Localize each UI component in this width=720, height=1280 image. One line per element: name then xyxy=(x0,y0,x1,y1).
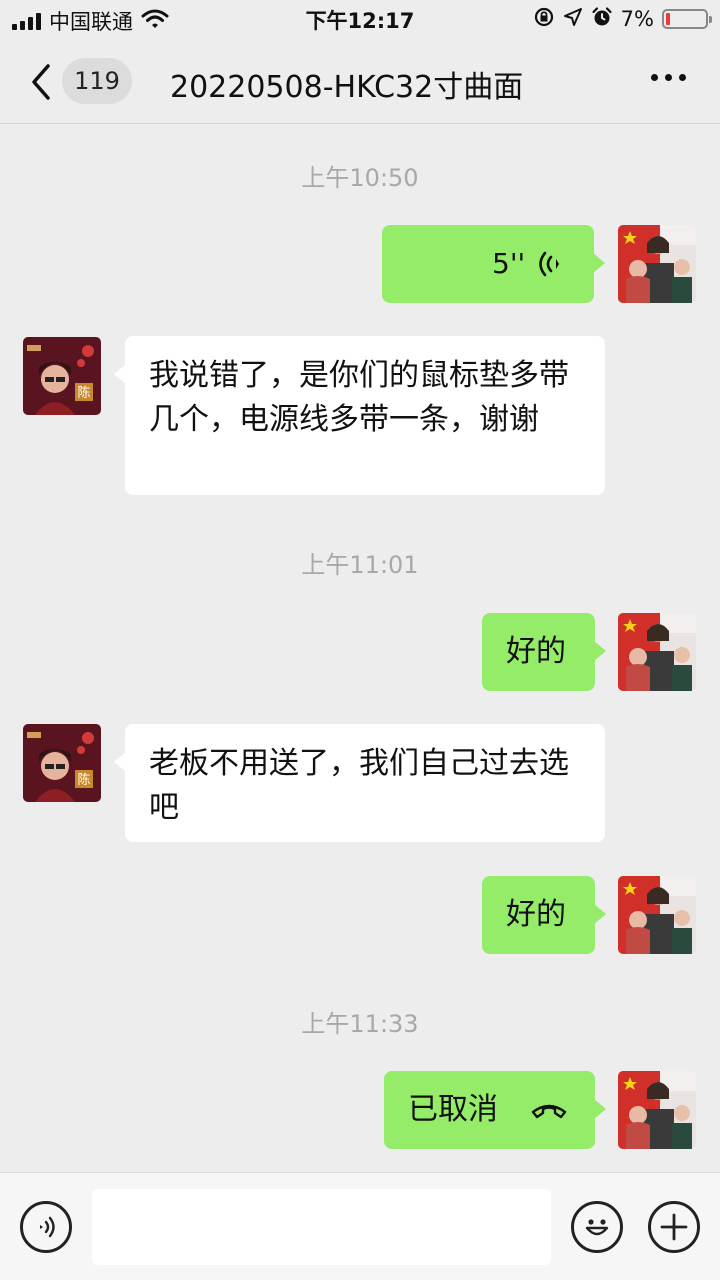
emoji-icon xyxy=(585,1219,609,1236)
message-timestamp: 上午11:33 xyxy=(301,1010,419,1038)
my-avatar[interactable] xyxy=(618,876,696,954)
voice-input-icon xyxy=(40,1216,55,1238)
battery-percent: 7% xyxy=(620,7,654,31)
emoji-button[interactable] xyxy=(571,1201,623,1253)
plus-icon xyxy=(660,1213,688,1241)
voice-message-bubble[interactable]: 5'' xyxy=(382,225,605,303)
contact-avatar[interactable] xyxy=(23,724,101,802)
more-button[interactable] xyxy=(651,74,686,81)
battery-icon xyxy=(662,9,712,29)
chat-header: 119 20220508-HKC32寸曲面 xyxy=(0,40,720,124)
message-text: 老板不用送了，我们自己过去选吧 xyxy=(149,746,569,825)
message-timestamp: 上午10:50 xyxy=(301,164,419,192)
contact-avatar[interactable] xyxy=(23,337,101,415)
plus-button[interactable] xyxy=(648,1201,700,1253)
my-avatar[interactable] xyxy=(618,613,696,691)
status-bar: 中国联通 下午12:17 7% xyxy=(0,0,720,40)
back-button[interactable] xyxy=(26,60,56,104)
outgoing-message-bubble[interactable]: 好的 xyxy=(482,613,606,691)
chevron-left-icon xyxy=(32,64,50,100)
incoming-message-bubble[interactable]: 我说错了，是你们的鼠标垫多带几个，电源线多带一条，谢谢 xyxy=(114,336,605,495)
rotation-lock-icon xyxy=(533,6,555,32)
chat-title: 20220508-HKC32寸曲面 xyxy=(170,70,524,105)
more-dots-icon xyxy=(651,74,658,81)
message-text: 好的 xyxy=(506,634,566,669)
my-avatar[interactable] xyxy=(618,1071,696,1149)
outgoing-message-bubble[interactable]: 好的 xyxy=(482,876,606,954)
voice-duration: 5'' xyxy=(492,247,526,280)
voice-wave-icon xyxy=(539,251,559,277)
message-timestamp: 上午11:01 xyxy=(301,551,419,579)
unread-count-badge[interactable]: 119 xyxy=(62,58,132,104)
input-bar xyxy=(0,1172,720,1280)
incoming-message-bubble[interactable]: 老板不用送了，我们自己过去选吧 xyxy=(114,724,605,842)
voice-input-button[interactable] xyxy=(20,1201,72,1253)
message-text: 我说错了，是你们的鼠标垫多带几个，电源线多带一条，谢谢 xyxy=(149,358,569,437)
my-avatar[interactable] xyxy=(618,225,696,303)
location-icon xyxy=(563,7,583,31)
message-text: 好的 xyxy=(506,897,566,932)
call-cancelled-bubble[interactable]: 已取消 xyxy=(384,1071,606,1149)
alarm-icon xyxy=(591,6,613,32)
message-input[interactable] xyxy=(92,1189,551,1265)
call-status-text: 已取消 xyxy=(408,1092,498,1127)
phone-hangup-icon xyxy=(531,1104,567,1119)
